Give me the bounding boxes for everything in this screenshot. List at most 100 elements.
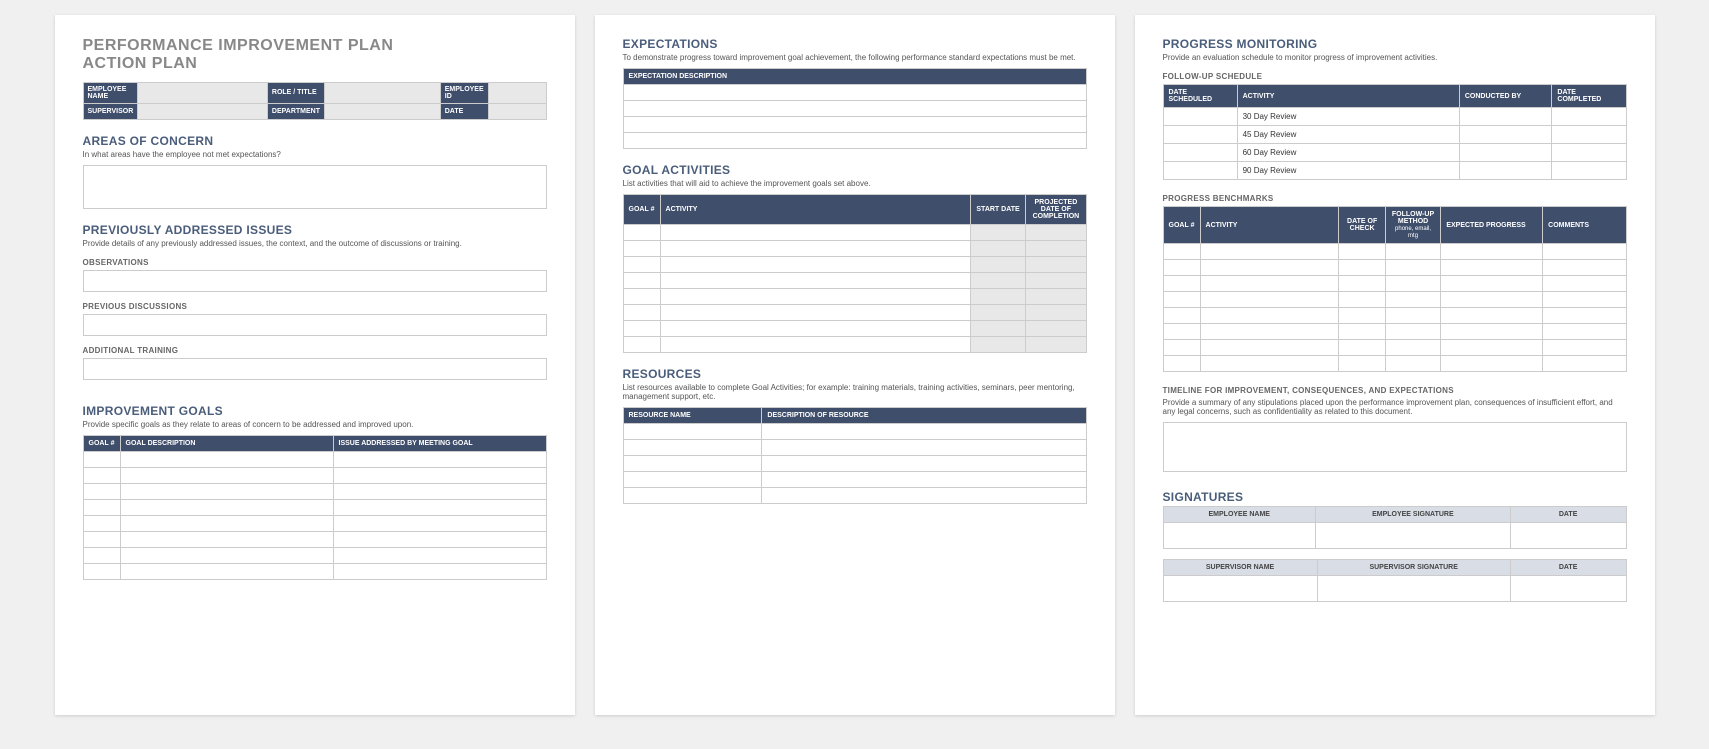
bench-h3: DATE OF CHECK [1339,207,1385,244]
fu-h1: DATE SCHEDULED [1163,85,1237,108]
timeline-sub: Provide a summary of any stipulations pl… [1163,398,1627,416]
title-line: ACTION PLAN [83,55,198,72]
employee-info-table: EMPLOYEE NAME ROLE / TITLE EMPLOYEE ID S… [83,82,547,120]
table-row[interactable] [1163,144,1237,162]
table-row[interactable] [623,456,762,472]
bench-h2: ACTIVITY [1200,207,1339,244]
table-row[interactable] [1163,308,1200,324]
label-supervisor: SUPERVISOR [83,103,138,119]
field-emp-id[interactable] [488,82,546,103]
sig-field[interactable] [1317,576,1510,602]
timeline-label: TIMELINE FOR IMPROVEMENT, CONSEQUENCES, … [1163,386,1627,395]
table-row[interactable] [1163,162,1237,180]
table-row[interactable] [83,515,120,531]
table-row[interactable] [623,101,1086,117]
table-row[interactable] [1163,356,1200,372]
field-role[interactable] [325,82,441,103]
table-row[interactable] [623,488,762,504]
sig-field[interactable] [1510,523,1626,549]
areas-title: AREAS OF CONCERN [83,134,547,148]
table-row[interactable] [1163,260,1200,276]
table-row[interactable] [623,133,1086,149]
table-row[interactable] [623,289,660,305]
sig-date: DATE [1510,507,1626,523]
expect-sub: To demonstrate progress toward improveme… [623,53,1087,62]
field-date[interactable] [488,103,546,119]
prev-sub: Provide details of any previously addres… [83,239,547,248]
progress-title: PROGRESS MONITORING [1163,37,1627,51]
resources-sub: List resources available to complete Goa… [623,383,1087,401]
train-box[interactable] [83,358,547,380]
table-row[interactable] [623,85,1086,101]
table-row[interactable] [623,273,660,289]
label-department: DEPARTMENT [267,103,324,119]
goals-h2: GOAL DESCRIPTION [120,435,333,451]
label-role: ROLE / TITLE [267,82,324,103]
followup-label: FOLLOW-UP SCHEDULE [1163,72,1627,81]
table-row[interactable] [1163,276,1200,292]
obs-box[interactable] [83,270,547,292]
fu-activity[interactable]: 90 Day Review [1237,162,1459,180]
sig-emp-name: EMPLOYEE NAME [1163,507,1315,523]
field-supervisor[interactable] [138,103,268,119]
resources-table: RESOURCE NAME DESCRIPTION OF RESOURCE [623,407,1087,504]
sig-field[interactable] [1315,523,1510,549]
table-row[interactable] [1163,108,1237,126]
goals-title: IMPROVEMENT GOALS [83,404,547,418]
table-row[interactable] [83,547,120,563]
fu-activity[interactable]: 45 Day Review [1237,126,1459,144]
table-row[interactable] [1163,324,1200,340]
table-row[interactable] [83,531,120,547]
sig-field[interactable] [1163,576,1317,602]
table-row[interactable] [1163,340,1200,356]
act-h2: ACTIVITY [660,195,970,225]
field-emp-name[interactable] [138,82,268,103]
fu-activity[interactable]: 60 Day Review [1237,144,1459,162]
prev-title: PREVIOUSLY ADDRESSED ISSUES [83,223,547,237]
res-h2: DESCRIPTION OF RESOURCE [762,408,1086,424]
areas-box[interactable] [83,165,547,209]
fu-h3: CONDUCTED BY [1459,85,1552,108]
sig-field[interactable] [1510,576,1626,602]
act-h3: START DATE [970,195,1026,225]
table-row[interactable] [1163,126,1237,144]
table-row[interactable] [623,440,762,456]
fu-activity[interactable]: 30 Day Review [1237,108,1459,126]
table-row[interactable] [623,321,660,337]
table-row[interactable] [1163,244,1200,260]
activities-sub: List activities that will aid to achieve… [623,179,1087,188]
table-row[interactable] [83,563,120,579]
bench-h1: GOAL # [1163,207,1200,244]
table-row[interactable] [623,424,762,440]
field-department[interactable] [325,103,441,119]
table-row[interactable] [623,241,660,257]
disc-label: PREVIOUS DISCUSSIONS [83,302,547,311]
bench-h6: COMMENTS [1543,207,1626,244]
table-row[interactable] [623,305,660,321]
page-container: PERFORMANCE IMPROVEMENT PLAN ACTION PLAN… [15,15,1694,715]
title-line: PERFORMANCE IMPROVEMENT PLAN [83,37,394,54]
timeline-box[interactable] [1163,422,1627,472]
table-row[interactable] [83,451,120,467]
table-row[interactable] [623,472,762,488]
table-row[interactable] [623,337,660,353]
sig-title: SIGNATURES [1163,490,1627,504]
fu-h2: ACTIVITY [1237,85,1459,108]
table-row[interactable] [623,117,1086,133]
table-row[interactable] [623,257,660,273]
bench-h4: FOLLOW-UP METHODphone, email, mtg [1385,207,1441,244]
table-row[interactable] [83,483,120,499]
disc-box[interactable] [83,314,547,336]
table-row[interactable] [83,467,120,483]
table-row[interactable] [623,225,660,241]
table-row[interactable] [83,499,120,515]
label-emp-id: EMPLOYEE ID [440,82,488,103]
page-2: EXPECTATIONS To demonstrate progress tow… [595,15,1115,715]
bench-h5: EXPECTED PROGRESS [1441,207,1543,244]
bench-label: PROGRESS BENCHMARKS [1163,194,1627,203]
activities-table: GOAL # ACTIVITY START DATE PROJECTED DAT… [623,194,1087,353]
sig-field[interactable] [1163,523,1315,549]
bench-table: GOAL # ACTIVITY DATE OF CHECK FOLLOW-UP … [1163,206,1627,372]
table-row[interactable] [1163,292,1200,308]
label-emp-name: EMPLOYEE NAME [83,82,138,103]
